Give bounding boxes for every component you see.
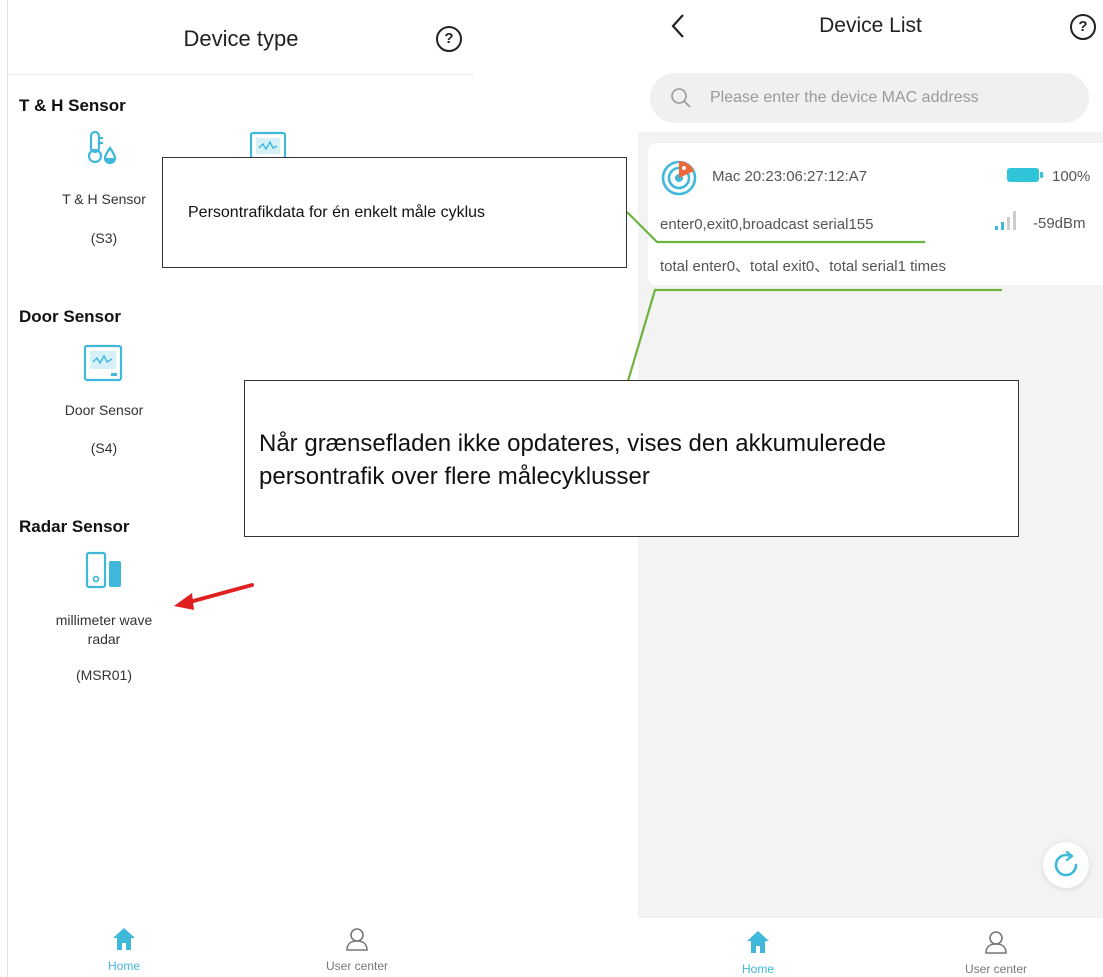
section-title-th-sensor: T & H Sensor: [19, 96, 126, 115]
home-icon: [113, 928, 135, 950]
device-model: (S3): [90, 230, 118, 246]
help-icon[interactable]: ?: [436, 26, 462, 52]
nav-label: Home: [107, 959, 140, 973]
nav-user-center[interactable]: User center: [936, 929, 1056, 976]
section-title-door-sensor: Door Sensor: [19, 307, 122, 326]
device-status-line: enter0,exit0,broadcast serial155: [660, 216, 874, 233]
search-input[interactable]: [710, 73, 1070, 123]
device-label-line1: millimeter wave: [55, 612, 153, 628]
page-title: Device type: [183, 26, 299, 51]
nav-home[interactable]: Home: [698, 929, 818, 976]
search-bar[interactable]: [650, 73, 1089, 123]
home-icon: [747, 931, 769, 953]
device-label-line2: radar: [87, 631, 121, 647]
annotation-callout-1: Persontrafikdata for én enkelt måle cykl…: [162, 157, 627, 268]
device-label: T & H Sensor: [62, 191, 146, 207]
monitor-screen-icon: [83, 344, 123, 382]
annotation-callout-2: Når grænsefladen ikke opdateres, vises d…: [244, 380, 1019, 537]
help-icon[interactable]: ?: [1070, 14, 1096, 40]
screen-edge: [7, 0, 8, 977]
callout-2-line2: persontrafik over flere målecyklusser: [259, 463, 650, 490]
thermometer-droplet-icon: [87, 130, 117, 165]
nav-label: Home: [741, 962, 774, 976]
device-total-line: total enter0、total exit0、total serial1 t…: [660, 258, 946, 275]
radar-device-icon: [85, 551, 121, 589]
user-icon: [985, 931, 1007, 954]
refresh-button[interactable]: [1043, 842, 1089, 888]
search-icon: [671, 88, 691, 108]
header-divider: [8, 74, 474, 75]
nav-label: User center: [964, 962, 1028, 976]
page-title: Device List: [819, 14, 922, 37]
user-icon: [346, 928, 368, 951]
device-card[interactable]: Mac 20:23:06:27:12:A7 100% enter0,exit0,…: [648, 143, 1103, 285]
device-label: Door Sensor: [64, 402, 144, 418]
callout-2-line1: Når grænsefladen ikke opdateres, vises d…: [259, 430, 887, 457]
nav-label: User center: [325, 959, 389, 973]
device-mac: Mac 20:23:06:27:12:A7: [712, 168, 868, 185]
device-item-door-sensor[interactable]: Door Sensor (S4): [34, 343, 174, 463]
signal-value: -59dBm: [1033, 215, 1086, 232]
device-model: (MSR01): [75, 667, 132, 683]
nav-home[interactable]: Home: [64, 926, 184, 973]
section-title-radar-sensor: Radar Sensor: [19, 517, 130, 536]
radar-scan-icon: [661, 160, 697, 196]
signal-strength-icon: [995, 211, 1016, 230]
device-item-th-sensor[interactable]: T & H Sensor (S3): [34, 128, 174, 258]
battery-level: 100%: [1052, 168, 1091, 185]
refresh-icon: [1054, 850, 1078, 877]
battery-icon: [1007, 168, 1043, 182]
device-item-radar[interactable]: millimeter wave radar (MSR01): [34, 550, 174, 690]
device-model: (S4): [90, 440, 118, 456]
nav-user-center[interactable]: User center: [297, 926, 417, 973]
